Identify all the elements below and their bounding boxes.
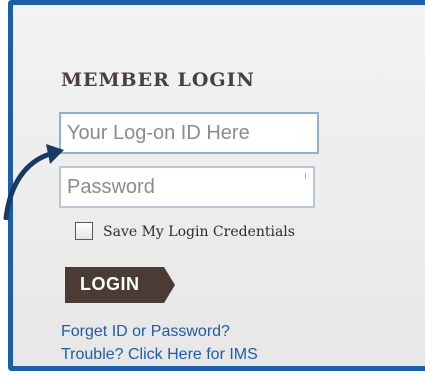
member-login-panel: MEMBER LOGIN Save My Login Credentials L…: [8, 0, 425, 371]
curved-arrow-icon: [3, 144, 64, 220]
login-button[interactable]: LOGIN: [65, 267, 175, 303]
login-button-label: LOGIN: [80, 274, 140, 294]
panel-title: MEMBER LOGIN: [61, 69, 255, 91]
trouble-ims-link[interactable]: Trouble? Click Here for IMS: [61, 346, 258, 364]
password-field-mark: [305, 173, 306, 179]
save-credentials-checkbox[interactable]: [75, 222, 93, 240]
save-credentials-label: Save My Login Credentials: [103, 224, 295, 240]
logon-id-input[interactable]: [59, 112, 319, 154]
forgot-id-password-link[interactable]: Forget ID or Password?: [61, 323, 230, 341]
password-input[interactable]: [59, 166, 315, 208]
